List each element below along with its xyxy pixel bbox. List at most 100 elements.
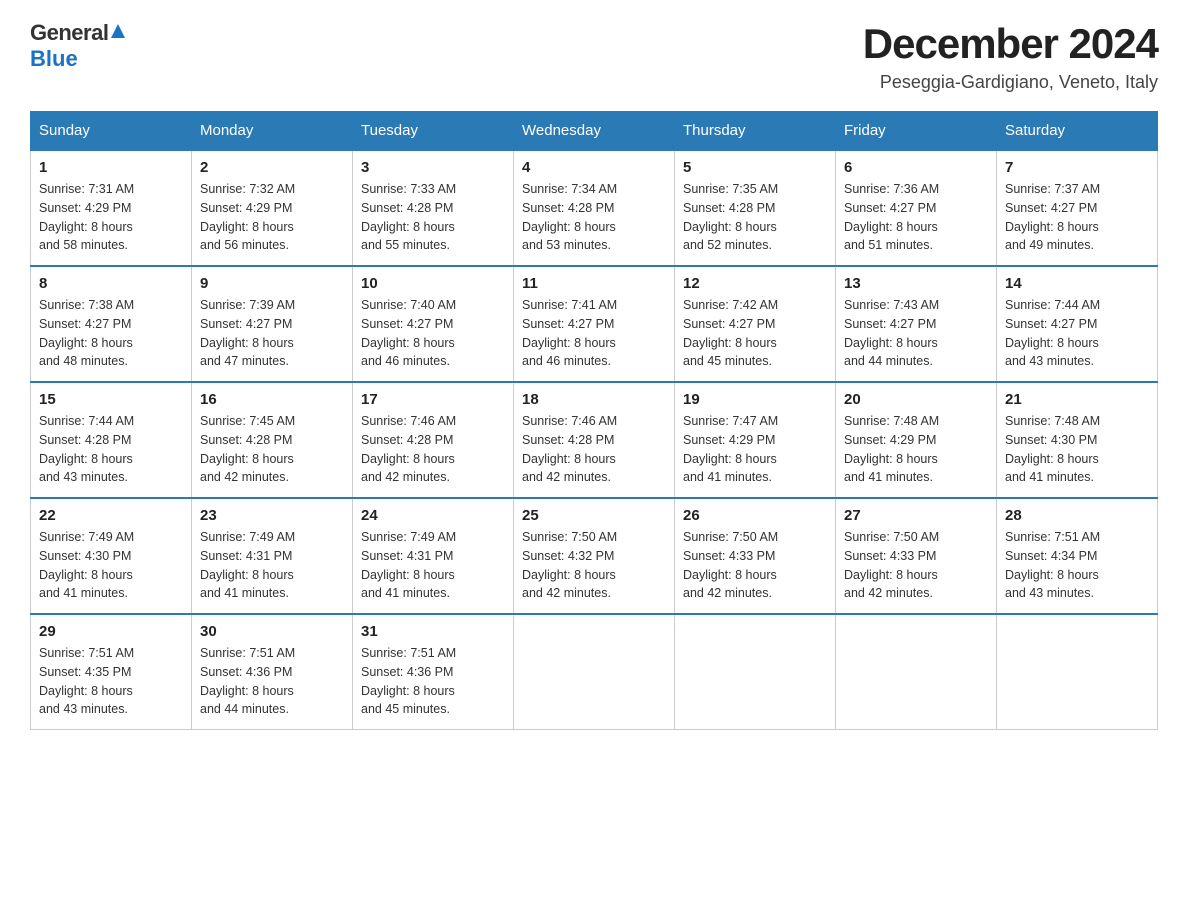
calendar-table: Sunday Monday Tuesday Wednesday Thursday…: [30, 111, 1158, 730]
col-sunday: Sunday: [31, 112, 192, 151]
day-info: Sunrise: 7:39 AM Sunset: 4:27 PM Dayligh…: [200, 296, 344, 371]
day-number: 27: [844, 507, 988, 524]
day-number: 9: [200, 275, 344, 292]
day-number: 11: [522, 275, 666, 292]
day-info: Sunrise: 7:48 AM Sunset: 4:29 PM Dayligh…: [844, 412, 988, 487]
day-info: Sunrise: 7:45 AM Sunset: 4:28 PM Dayligh…: [200, 412, 344, 487]
day-number: 7: [1005, 159, 1149, 176]
table-row: 14 Sunrise: 7:44 AM Sunset: 4:27 PM Dayl…: [997, 266, 1158, 382]
logo-blue-text: Blue: [30, 46, 78, 72]
day-number: 14: [1005, 275, 1149, 292]
table-row: 3 Sunrise: 7:33 AM Sunset: 4:28 PM Dayli…: [353, 150, 514, 266]
day-info: Sunrise: 7:34 AM Sunset: 4:28 PM Dayligh…: [522, 180, 666, 255]
day-number: 21: [1005, 391, 1149, 408]
table-row: 29 Sunrise: 7:51 AM Sunset: 4:35 PM Dayl…: [31, 614, 192, 730]
table-row: 28 Sunrise: 7:51 AM Sunset: 4:34 PM Dayl…: [997, 498, 1158, 614]
col-wednesday: Wednesday: [514, 112, 675, 151]
table-row: 19 Sunrise: 7:47 AM Sunset: 4:29 PM Dayl…: [675, 382, 836, 498]
day-info: Sunrise: 7:43 AM Sunset: 4:27 PM Dayligh…: [844, 296, 988, 371]
month-title: December 2024: [863, 20, 1158, 68]
day-info: Sunrise: 7:44 AM Sunset: 4:28 PM Dayligh…: [39, 412, 183, 487]
day-info: Sunrise: 7:49 AM Sunset: 4:31 PM Dayligh…: [361, 528, 505, 603]
day-info: Sunrise: 7:41 AM Sunset: 4:27 PM Dayligh…: [522, 296, 666, 371]
col-friday: Friday: [836, 112, 997, 151]
day-info: Sunrise: 7:38 AM Sunset: 4:27 PM Dayligh…: [39, 296, 183, 371]
calendar-week-row: 8 Sunrise: 7:38 AM Sunset: 4:27 PM Dayli…: [31, 266, 1158, 382]
calendar-week-row: 1 Sunrise: 7:31 AM Sunset: 4:29 PM Dayli…: [31, 150, 1158, 266]
day-number: 2: [200, 159, 344, 176]
day-info: Sunrise: 7:51 AM Sunset: 4:36 PM Dayligh…: [200, 644, 344, 719]
calendar-week-row: 15 Sunrise: 7:44 AM Sunset: 4:28 PM Dayl…: [31, 382, 1158, 498]
day-info: Sunrise: 7:31 AM Sunset: 4:29 PM Dayligh…: [39, 180, 183, 255]
col-monday: Monday: [192, 112, 353, 151]
table-row: 18 Sunrise: 7:46 AM Sunset: 4:28 PM Dayl…: [514, 382, 675, 498]
day-info: Sunrise: 7:33 AM Sunset: 4:28 PM Dayligh…: [361, 180, 505, 255]
table-row: 20 Sunrise: 7:48 AM Sunset: 4:29 PM Dayl…: [836, 382, 997, 498]
day-number: 15: [39, 391, 183, 408]
table-row: 30 Sunrise: 7:51 AM Sunset: 4:36 PM Dayl…: [192, 614, 353, 730]
day-number: 5: [683, 159, 827, 176]
table-row: 22 Sunrise: 7:49 AM Sunset: 4:30 PM Dayl…: [31, 498, 192, 614]
table-row: 26 Sunrise: 7:50 AM Sunset: 4:33 PM Dayl…: [675, 498, 836, 614]
day-number: 18: [522, 391, 666, 408]
day-number: 16: [200, 391, 344, 408]
table-row: 31 Sunrise: 7:51 AM Sunset: 4:36 PM Dayl…: [353, 614, 514, 730]
day-number: 4: [522, 159, 666, 176]
table-row: 21 Sunrise: 7:48 AM Sunset: 4:30 PM Dayl…: [997, 382, 1158, 498]
day-info: Sunrise: 7:48 AM Sunset: 4:30 PM Dayligh…: [1005, 412, 1149, 487]
day-number: 28: [1005, 507, 1149, 524]
day-number: 13: [844, 275, 988, 292]
day-number: 10: [361, 275, 505, 292]
day-info: Sunrise: 7:47 AM Sunset: 4:29 PM Dayligh…: [683, 412, 827, 487]
table-row: [514, 614, 675, 730]
day-number: 23: [200, 507, 344, 524]
table-row: [675, 614, 836, 730]
table-row: 27 Sunrise: 7:50 AM Sunset: 4:33 PM Dayl…: [836, 498, 997, 614]
day-info: Sunrise: 7:50 AM Sunset: 4:33 PM Dayligh…: [844, 528, 988, 603]
day-number: 20: [844, 391, 988, 408]
table-row: 23 Sunrise: 7:49 AM Sunset: 4:31 PM Dayl…: [192, 498, 353, 614]
table-row: 11 Sunrise: 7:41 AM Sunset: 4:27 PM Dayl…: [514, 266, 675, 382]
day-info: Sunrise: 7:50 AM Sunset: 4:33 PM Dayligh…: [683, 528, 827, 603]
day-number: 25: [522, 507, 666, 524]
calendar-week-row: 29 Sunrise: 7:51 AM Sunset: 4:35 PM Dayl…: [31, 614, 1158, 730]
table-row: 8 Sunrise: 7:38 AM Sunset: 4:27 PM Dayli…: [31, 266, 192, 382]
table-row: 7 Sunrise: 7:37 AM Sunset: 4:27 PM Dayli…: [997, 150, 1158, 266]
day-number: 30: [200, 623, 344, 640]
table-row: 12 Sunrise: 7:42 AM Sunset: 4:27 PM Dayl…: [675, 266, 836, 382]
day-info: Sunrise: 7:50 AM Sunset: 4:32 PM Dayligh…: [522, 528, 666, 603]
day-number: 26: [683, 507, 827, 524]
day-info: Sunrise: 7:49 AM Sunset: 4:30 PM Dayligh…: [39, 528, 183, 603]
day-number: 22: [39, 507, 183, 524]
table-row: 15 Sunrise: 7:44 AM Sunset: 4:28 PM Dayl…: [31, 382, 192, 498]
table-row: 6 Sunrise: 7:36 AM Sunset: 4:27 PM Dayli…: [836, 150, 997, 266]
day-info: Sunrise: 7:42 AM Sunset: 4:27 PM Dayligh…: [683, 296, 827, 371]
day-info: Sunrise: 7:44 AM Sunset: 4:27 PM Dayligh…: [1005, 296, 1149, 371]
day-info: Sunrise: 7:40 AM Sunset: 4:27 PM Dayligh…: [361, 296, 505, 371]
col-tuesday: Tuesday: [353, 112, 514, 151]
day-number: 29: [39, 623, 183, 640]
calendar-header-row: Sunday Monday Tuesday Wednesday Thursday…: [31, 112, 1158, 151]
day-info: Sunrise: 7:36 AM Sunset: 4:27 PM Dayligh…: [844, 180, 988, 255]
location-text: Peseggia-Gardigiano, Veneto, Italy: [863, 72, 1158, 93]
day-info: Sunrise: 7:32 AM Sunset: 4:29 PM Dayligh…: [200, 180, 344, 255]
day-number: 12: [683, 275, 827, 292]
table-row: 9 Sunrise: 7:39 AM Sunset: 4:27 PM Dayli…: [192, 266, 353, 382]
day-info: Sunrise: 7:49 AM Sunset: 4:31 PM Dayligh…: [200, 528, 344, 603]
table-row: 1 Sunrise: 7:31 AM Sunset: 4:29 PM Dayli…: [31, 150, 192, 266]
calendar-week-row: 22 Sunrise: 7:49 AM Sunset: 4:30 PM Dayl…: [31, 498, 1158, 614]
col-thursday: Thursday: [675, 112, 836, 151]
day-info: Sunrise: 7:51 AM Sunset: 4:36 PM Dayligh…: [361, 644, 505, 719]
day-info: Sunrise: 7:51 AM Sunset: 4:34 PM Dayligh…: [1005, 528, 1149, 603]
table-row: 24 Sunrise: 7:49 AM Sunset: 4:31 PM Dayl…: [353, 498, 514, 614]
day-number: 8: [39, 275, 183, 292]
table-row: 25 Sunrise: 7:50 AM Sunset: 4:32 PM Dayl…: [514, 498, 675, 614]
table-row: 4 Sunrise: 7:34 AM Sunset: 4:28 PM Dayli…: [514, 150, 675, 266]
day-number: 24: [361, 507, 505, 524]
day-info: Sunrise: 7:46 AM Sunset: 4:28 PM Dayligh…: [361, 412, 505, 487]
day-number: 3: [361, 159, 505, 176]
table-row: 17 Sunrise: 7:46 AM Sunset: 4:28 PM Dayl…: [353, 382, 514, 498]
page-header: General Blue December 2024 Peseggia-Gard…: [30, 20, 1158, 93]
logo-general-text: General: [30, 20, 108, 46]
day-info: Sunrise: 7:35 AM Sunset: 4:28 PM Dayligh…: [683, 180, 827, 255]
